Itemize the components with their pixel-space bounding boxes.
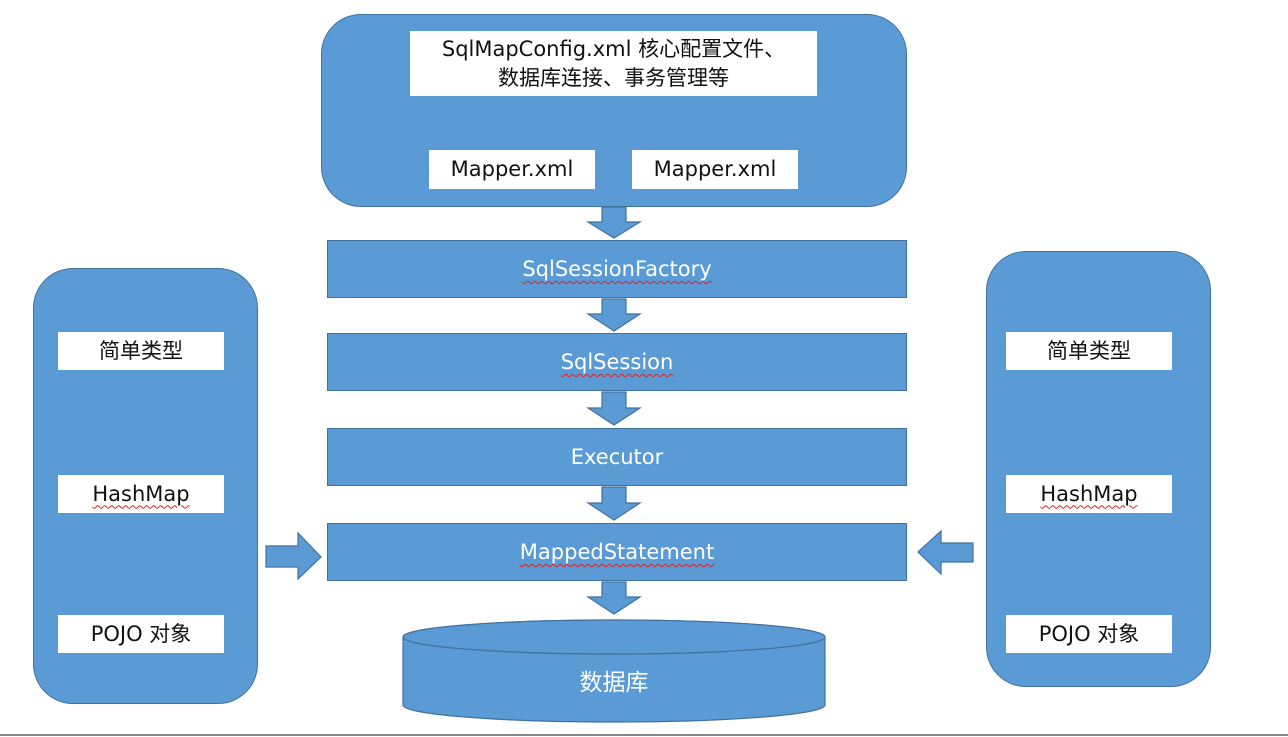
arrow-down-2 (585, 298, 643, 332)
arrow-down-1 (585, 206, 643, 239)
arrow-left-output (917, 529, 974, 576)
database-cylinder-top (402, 619, 826, 655)
database-label: 数据库 (579, 670, 649, 696)
divider (0, 734, 1288, 736)
arrow-down-5 (585, 581, 643, 615)
arrow-right-input (265, 531, 322, 581)
arrow-down-3 (585, 391, 643, 426)
connectors (265, 206, 974, 723)
arrow-down-4 (585, 486, 643, 521)
